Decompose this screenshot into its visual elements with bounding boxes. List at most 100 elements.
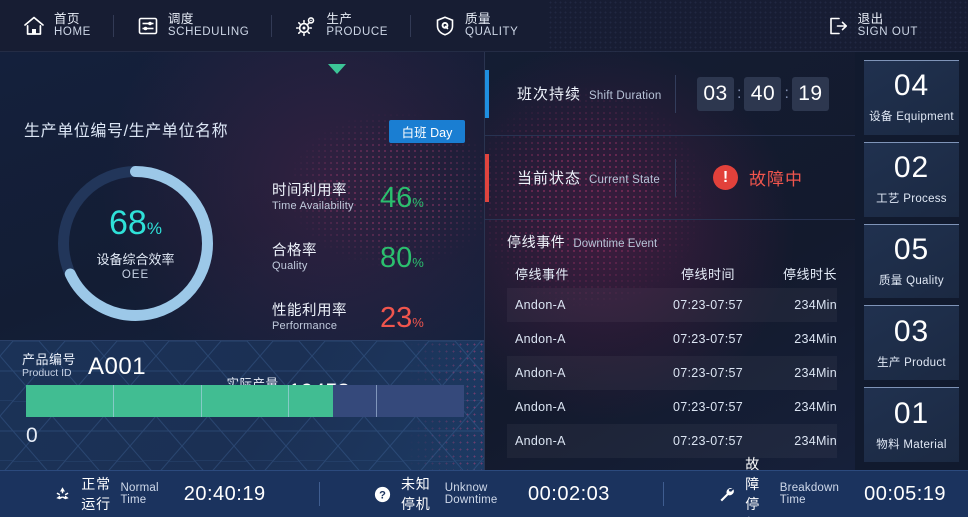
oee-label-cn: 设备综合效率 (96, 252, 175, 267)
clock-separator: : (737, 84, 742, 102)
cell-duration: 234Min (794, 298, 837, 312)
metric-label-en: Time Availability (272, 200, 354, 213)
table-row[interactable]: Andon-A 07:23-07:57 234Min (507, 424, 837, 458)
progress-segment (202, 385, 290, 417)
nav-item-home[interactable]: 首页 HOME (0, 0, 113, 52)
progress-segment (289, 385, 378, 417)
product-id-value: A001 (88, 353, 147, 381)
footer-value: 20:40:19 (183, 482, 266, 505)
shift-duration-row: 班次持续 Shift Duration 03 : 40 : 19 (485, 52, 855, 136)
progress-segment (26, 385, 114, 417)
footer-label-cn: 未知停机 (400, 476, 431, 512)
kpi-sidebar: 04 设备 Equipment 02 工艺 Process 05 质量 Qual… (855, 52, 968, 470)
output-progress-bar (26, 385, 464, 417)
kpi-number: 03 (893, 314, 930, 348)
state-label-cn: 当前状态 (517, 170, 582, 187)
shift-seconds: 19 (791, 76, 829, 111)
footer-breakdown-time: 故障停机 Breakdown Time 00:05:19 (695, 454, 968, 517)
footer-value: 00:02:03 (528, 482, 610, 505)
wrench-icon (717, 484, 736, 504)
shift-label-en: Shift Duration (589, 90, 662, 102)
shift-duration-label: 班次持续 Shift Duration (517, 83, 662, 104)
progress-min-label: 0 (26, 424, 38, 447)
metric-quality: 合格率 Quality 80% (272, 236, 462, 280)
table-row[interactable]: Andon-A 07:23-07:57 234Min (507, 356, 837, 390)
row-divider (675, 158, 676, 197)
sign-out-button[interactable]: 退出 SIGN OUT (804, 0, 940, 52)
oee-value: 68% (109, 204, 162, 242)
status-footer: 正常运行 Normal Time 20:40:19 ? 未知停机 Unknow … (0, 456, 968, 517)
downtime-table: 停线事件 停线时间 停线时长 Andon-A 07:23-07:57 234Min A… (507, 258, 837, 458)
cell-event: Andon-A (515, 332, 566, 346)
cell-time: 07:23-07:57 (672, 434, 744, 448)
sidebar-item-material[interactable]: 01 物料 Material (864, 387, 959, 462)
shield-q-icon (433, 14, 457, 38)
footer-value: 00:05:19 (864, 482, 946, 505)
current-state-label: 当前状态 Current State (517, 167, 660, 188)
column-header-event: 停线事件 (515, 266, 570, 282)
shift-hours: 03 (697, 76, 734, 111)
nav-label-cn: 首页 (54, 12, 81, 27)
alert-exclamation-icon: ! (713, 165, 738, 190)
oee-gauge-center: 68% 设备综合效率 OEE (48, 156, 223, 331)
kpi-number: 04 (893, 69, 930, 103)
shift-label-cn: 班次持续 (517, 86, 582, 103)
nav-label-cn: 质量 (465, 12, 492, 27)
footer-label-en: Normal Time (120, 482, 159, 506)
status-panel: 班次持续 Shift Duration 03 : 40 : 19 当前状态 Cu… (484, 52, 855, 470)
product-id-label-en: Product ID (22, 366, 72, 379)
nav-label-cn: 生产 (326, 12, 353, 27)
downtime-title: 停线事件 Downtime Event (507, 232, 657, 252)
footer-label-cn: 正常运行 (81, 476, 111, 512)
kpi-number: 05 (893, 232, 930, 266)
metric-label-cn: 合格率 (272, 242, 317, 259)
shift-duration-clock: 03 : 40 : 19 (697, 76, 829, 111)
footer-label-cn: 故障停机 (745, 456, 761, 517)
oee-label-en: OEE (121, 269, 150, 281)
nav-item-quality[interactable]: 质量 QUALITY (411, 0, 540, 52)
cell-duration: 234Min (794, 366, 837, 380)
kpi-label: 生产 Product (877, 356, 946, 369)
clock-separator: : (784, 84, 789, 102)
oee-gauge: 68% 设备综合效率 OEE (48, 156, 223, 331)
metric-label-cn: 性能利用率 (272, 302, 347, 319)
svg-text:?: ? (379, 489, 386, 501)
footer-normal-time: 正常运行 Normal Time 20:40:19 (31, 474, 287, 514)
nav-label-en: PRODUCE (326, 26, 389, 39)
sliders-icon (136, 14, 160, 38)
sidebar-item-process[interactable]: 02 工艺 Process (864, 141, 959, 217)
table-body: Andon-A 07:23-07:57 234Min Andon-A 07:23-07:… (507, 288, 837, 458)
sidebar-item-equipment[interactable]: 04 设备 Equipment (864, 60, 959, 135)
recycle-icon (53, 484, 72, 504)
shift-badge[interactable]: 白班 Day (389, 120, 465, 143)
signout-label-en: SIGN OUT (857, 26, 918, 39)
cell-event: Andon-A (515, 434, 566, 448)
metric-list: 时间利用率 Time Availability 46% 合格率 Quality … (272, 176, 462, 356)
kpi-number: 01 (893, 396, 930, 430)
cell-duration: 234Min (794, 400, 837, 414)
sidebar-item-product[interactable]: 03 生产 Product (864, 305, 959, 381)
column-header-duration: 停线时长 (782, 266, 837, 282)
nav-label-en: QUALITY (465, 26, 519, 39)
shift-accent-bar (485, 70, 489, 118)
metric-time-availability: 时间利用率 Time Availability 46% (272, 176, 462, 220)
metric-value: 23% (380, 301, 424, 334)
cell-time: 07:23-07:57 (672, 332, 744, 346)
kpi-label: 质量 Quality (879, 274, 944, 287)
nav-item-scheduling[interactable]: 调度 SCHEDULING (114, 0, 271, 52)
table-row[interactable]: Andon-A 07:23-07:57 234Min (507, 390, 837, 424)
sidebar-item-quality[interactable]: 05 质量 Quality (864, 223, 959, 299)
cell-duration: 234Min (794, 434, 837, 448)
progress-segment (114, 385, 202, 417)
metric-label-cn: 时间利用率 (272, 182, 347, 199)
nav-item-produce[interactable]: 生产 PRODUCE (272, 0, 410, 52)
column-header-time: 停线时间 (680, 266, 735, 282)
kpi-number: 02 (893, 151, 930, 185)
metric-label-en: Quality (272, 260, 308, 273)
nav-label-en: HOME (54, 26, 91, 39)
footer-label-en: Breakdown Time (779, 482, 840, 506)
table-row[interactable]: Andon-A 07:23-07:57 234Min (507, 288, 837, 322)
footer-divider (318, 482, 320, 506)
nav-label-en: SCHEDULING (167, 26, 250, 39)
table-row[interactable]: Andon-A 07:23-07:57 234Min (507, 322, 837, 356)
